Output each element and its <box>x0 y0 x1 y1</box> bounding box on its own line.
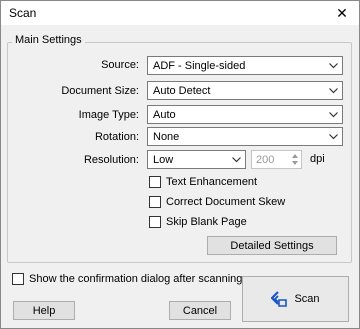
chevron-down-icon <box>327 130 339 143</box>
document-size-value: Auto Detect <box>153 85 211 97</box>
dpi-unit-label: dpi <box>310 153 325 165</box>
main-settings-label: Main Settings <box>12 34 85 46</box>
skip-blank-checkbox[interactable]: Skip Blank Page <box>149 216 247 228</box>
rotation-label: Rotation: <box>94 131 139 143</box>
source-dropdown[interactable]: ADF - Single-sided <box>147 56 343 75</box>
resolution-value: Low <box>153 154 174 166</box>
dpi-spinbox[interactable]: 200 <box>251 150 302 169</box>
resolution-label: Resolution: <box>83 154 139 166</box>
source-label: Source: <box>101 59 139 71</box>
title-bar: Scan ✕ <box>1 1 359 25</box>
skip-blank-label: Skip Blank Page <box>166 216 247 228</box>
spin-buttons[interactable] <box>289 152 300 167</box>
image-type-dropdown[interactable]: Auto <box>147 105 343 124</box>
checkbox-box[interactable] <box>149 176 161 188</box>
chevron-down-icon <box>327 108 339 121</box>
detailed-settings-button[interactable]: Detailed Settings <box>207 236 337 255</box>
chevron-down-icon <box>230 153 242 166</box>
checkbox-box[interactable] <box>149 196 161 208</box>
dpi-value: 200 <box>256 154 275 166</box>
source-value: ADF - Single-sided <box>153 60 246 72</box>
help-button[interactable]: Help <box>13 301 75 320</box>
cancel-button[interactable]: Cancel <box>169 301 231 320</box>
show-confirmation-label: Show the confirmation dialog after scann… <box>29 273 243 285</box>
document-size-dropdown[interactable]: Auto Detect <box>147 81 343 100</box>
rotation-value: None <box>153 131 180 143</box>
correct-skew-checkbox[interactable]: Correct Document Skew <box>149 196 285 208</box>
chevron-down-icon <box>327 84 339 97</box>
checkbox-box[interactable] <box>12 273 24 285</box>
window-title: Scan <box>9 6 37 20</box>
resolution-dropdown[interactable]: Low <box>147 150 246 169</box>
show-confirmation-checkbox[interactable]: Show the confirmation dialog after scann… <box>12 273 242 285</box>
scan-dialog: Scan ✕ Main Settings Source: ADF - Singl… <box>0 0 360 329</box>
text-enhancement-checkbox[interactable]: Text Enhancement <box>149 176 257 188</box>
correct-skew-label: Correct Document Skew <box>166 196 286 208</box>
document-size-label: Document Size: <box>61 85 139 97</box>
scan-label: Scan <box>294 293 320 305</box>
rotation-dropdown[interactable]: None <box>147 127 343 146</box>
close-icon[interactable]: ✕ <box>327 1 357 25</box>
image-type-label: Image Type: <box>78 109 139 121</box>
text-enhancement-label: Text Enhancement <box>166 176 258 188</box>
scan-button[interactable]: Scan <box>242 276 349 322</box>
chevron-up-icon[interactable] <box>289 152 300 160</box>
chevron-down-icon[interactable] <box>289 160 300 168</box>
checkbox-box[interactable] <box>149 216 161 228</box>
image-type-value: Auto <box>153 109 176 121</box>
chevron-down-icon <box>327 59 339 72</box>
scan-icon <box>271 291 288 307</box>
